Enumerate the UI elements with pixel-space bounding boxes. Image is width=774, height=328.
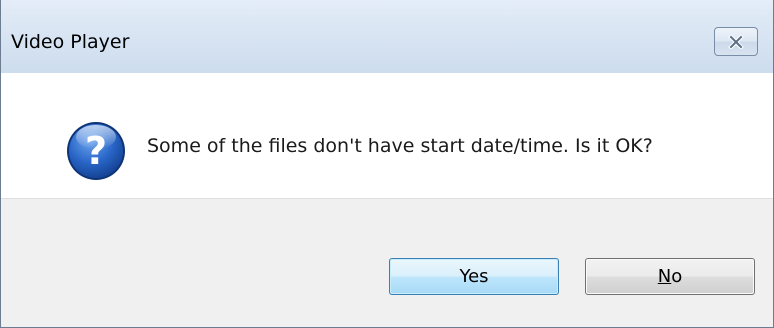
svg-text:?: ? <box>85 129 107 173</box>
no-button-mnemonic: N <box>657 266 672 287</box>
message-dialog: Video Player ? Some of the files don't h… <box>0 0 774 328</box>
yes-button-label: Yes <box>459 266 489 287</box>
message-text: Some of the files don't have start date/… <box>147 135 653 157</box>
button-bar: Yes No <box>1 198 773 327</box>
dialog-content: ? Some of the files don't have start dat… <box>2 73 773 198</box>
no-button-label-rest: o <box>671 266 683 287</box>
close-icon <box>728 34 744 49</box>
close-button[interactable] <box>714 27 758 56</box>
title-bar[interactable]: Video Player <box>1 0 773 73</box>
no-button-label: No <box>658 266 682 287</box>
no-button[interactable]: No <box>585 258 755 295</box>
window-title: Video Player <box>11 31 130 53</box>
yes-button[interactable]: Yes <box>389 258 559 295</box>
question-icon: ? <box>67 122 125 180</box>
